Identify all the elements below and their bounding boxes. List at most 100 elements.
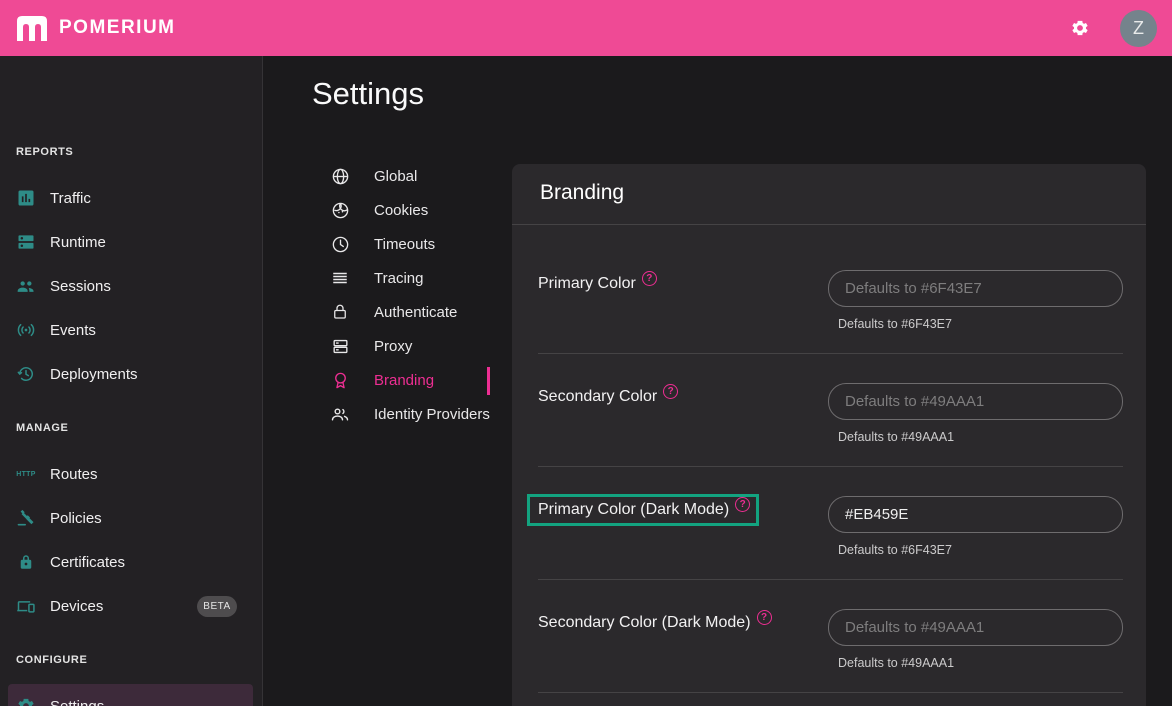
lock-outline-icon bbox=[330, 302, 350, 322]
field-helper-text: Defaults to #49AAA1 bbox=[838, 430, 954, 444]
brand-name: POMERIUM bbox=[59, 17, 176, 39]
subnav-item-tracing[interactable]: Tracing bbox=[330, 261, 490, 295]
sidebar-item-traffic[interactable]: Traffic bbox=[0, 176, 263, 220]
user-avatar[interactable]: Z bbox=[1120, 10, 1157, 47]
branding-card: Branding Primary Color ? Defaults to #6F… bbox=[512, 164, 1146, 706]
sidebar-item-events[interactable]: Events bbox=[0, 308, 263, 352]
secondary-color-input[interactable] bbox=[828, 383, 1123, 420]
field-secondary-color: Secondary Color ? bbox=[538, 388, 684, 410]
subnav-item-global[interactable]: Global bbox=[330, 159, 490, 193]
subnav-item-label: Branding bbox=[374, 372, 434, 389]
subnav-item-identity-providers[interactable]: Identity Providers bbox=[330, 397, 490, 431]
secondary-color-dark-mode-input[interactable] bbox=[828, 609, 1123, 646]
sidebar-item-label: Sessions bbox=[50, 278, 111, 295]
lines-icon bbox=[330, 268, 350, 288]
card-title: Branding bbox=[540, 181, 624, 205]
traffic-chart-icon bbox=[16, 188, 36, 208]
section-label-reports: REPORTS bbox=[16, 146, 73, 158]
primary-color-dark-mode-input[interactable] bbox=[828, 496, 1123, 533]
sidebar-item-label: Devices bbox=[50, 598, 103, 615]
sidebar-item-label: Runtime bbox=[50, 234, 106, 251]
sidebar-item-label: Certificates bbox=[50, 554, 125, 571]
help-icon[interactable]: ? bbox=[735, 497, 750, 512]
gavel-icon bbox=[16, 508, 36, 528]
sidebar-item-devices[interactable]: Devices BETA bbox=[0, 584, 263, 628]
avatar-initial: Z bbox=[1133, 18, 1144, 39]
sidebar-item-routes[interactable]: HTTP Routes bbox=[0, 452, 263, 496]
field-helper-text: Defaults to #6F43E7 bbox=[838, 543, 952, 557]
subnav-item-authenticate[interactable]: Authenticate bbox=[330, 295, 490, 329]
field-label-box: Primary Color (Dark Mode) ? bbox=[527, 494, 759, 526]
field-label-text: Secondary Color (Dark Mode) bbox=[538, 614, 751, 632]
pomerium-arch-icon bbox=[15, 13, 49, 44]
sidebar-item-settings[interactable]: Settings bbox=[8, 684, 253, 706]
sidebar-item-policies[interactable]: Policies bbox=[0, 496, 263, 540]
runtime-server-icon bbox=[16, 232, 36, 252]
subnav-item-label: Global bbox=[374, 168, 417, 185]
page-title: Settings bbox=[312, 76, 424, 112]
devices-icon bbox=[16, 596, 36, 616]
sidebar-item-label: Settings bbox=[50, 698, 104, 706]
sidebar: REPORTS Traffic Runtime Sessions Events bbox=[0, 56, 263, 706]
sidebar-item-label: Routes bbox=[50, 466, 98, 483]
subnav-active-indicator bbox=[487, 367, 490, 395]
settings-subnav: Global Cookies Timeouts Tracing Authenti bbox=[330, 159, 490, 431]
field-divider bbox=[538, 353, 1123, 354]
header-settings-gear-icon[interactable] bbox=[1068, 16, 1092, 40]
subnav-item-cookies[interactable]: Cookies bbox=[330, 193, 490, 227]
sidebar-item-label: Deployments bbox=[50, 366, 138, 383]
sidebar-item-runtime[interactable]: Runtime bbox=[0, 220, 263, 264]
subnav-item-label: Identity Providers bbox=[374, 406, 490, 423]
sessions-people-icon bbox=[16, 276, 36, 296]
field-divider bbox=[538, 466, 1123, 467]
pomerium-admin-app: POMERIUM Z REPORTS Traffic Run bbox=[0, 0, 1172, 706]
subnav-item-label: Tracing bbox=[374, 270, 423, 287]
field-label-text: Primary Color bbox=[538, 275, 636, 293]
primary-color-input[interactable] bbox=[828, 270, 1123, 307]
subnav-item-label: Authenticate bbox=[374, 304, 457, 321]
field-label-box: Secondary Color ? bbox=[530, 384, 684, 410]
field-primary-color-dark-mode: Primary Color (Dark Mode) ? bbox=[538, 501, 759, 526]
pomerium-logo[interactable]: POMERIUM bbox=[15, 13, 176, 44]
field-helper-text: Defaults to #49AAA1 bbox=[838, 656, 954, 670]
beta-badge: BETA bbox=[197, 596, 237, 617]
sidebar-item-label: Policies bbox=[50, 510, 102, 527]
gear-icon bbox=[16, 696, 36, 706]
app-header: POMERIUM Z bbox=[0, 0, 1172, 56]
subnav-item-proxy[interactable]: Proxy bbox=[330, 329, 490, 363]
sidebar-item-label: Events bbox=[50, 322, 96, 339]
sidebar-item-label: Traffic bbox=[50, 190, 91, 207]
field-helper-text: Defaults to #6F43E7 bbox=[838, 317, 952, 331]
field-primary-color: Primary Color ? bbox=[538, 275, 663, 297]
field-divider bbox=[538, 579, 1123, 580]
http-icon: HTTP bbox=[16, 464, 36, 484]
section-label-configure: CONFIGURE bbox=[16, 654, 87, 666]
clock-icon bbox=[330, 234, 350, 254]
field-label-box: Primary Color ? bbox=[530, 271, 663, 297]
subnav-item-label: Proxy bbox=[374, 338, 412, 355]
sidebar-item-deployments[interactable]: Deployments bbox=[0, 352, 263, 396]
subnav-item-timeouts[interactable]: Timeouts bbox=[330, 227, 490, 261]
subnav-item-label: Cookies bbox=[374, 202, 428, 219]
events-broadcast-icon bbox=[16, 320, 36, 340]
award-icon bbox=[330, 370, 350, 390]
help-icon[interactable]: ? bbox=[663, 384, 678, 399]
help-icon[interactable]: ? bbox=[757, 610, 772, 625]
cookie-icon bbox=[330, 200, 350, 220]
subnav-item-branding[interactable]: Branding bbox=[330, 363, 490, 397]
lock-icon bbox=[16, 552, 36, 572]
subnav-item-label: Timeouts bbox=[374, 236, 435, 253]
help-icon[interactable]: ? bbox=[642, 271, 657, 286]
sidebar-item-certificates[interactable]: Certificates bbox=[0, 540, 263, 584]
field-label-box: Secondary Color (Dark Mode) ? bbox=[530, 610, 778, 636]
sidebar-item-sessions[interactable]: Sessions bbox=[0, 264, 263, 308]
globe-icon bbox=[330, 166, 350, 186]
card-header-divider bbox=[512, 224, 1146, 225]
people-outline-icon bbox=[330, 404, 350, 424]
field-label-text: Secondary Color bbox=[538, 388, 657, 406]
section-label-manage: MANAGE bbox=[16, 422, 69, 434]
field-secondary-color-dark-mode: Secondary Color (Dark Mode) ? bbox=[538, 614, 778, 636]
server-outline-icon bbox=[330, 336, 350, 356]
field-label-text: Primary Color (Dark Mode) bbox=[538, 501, 729, 519]
deployments-history-icon bbox=[16, 364, 36, 384]
